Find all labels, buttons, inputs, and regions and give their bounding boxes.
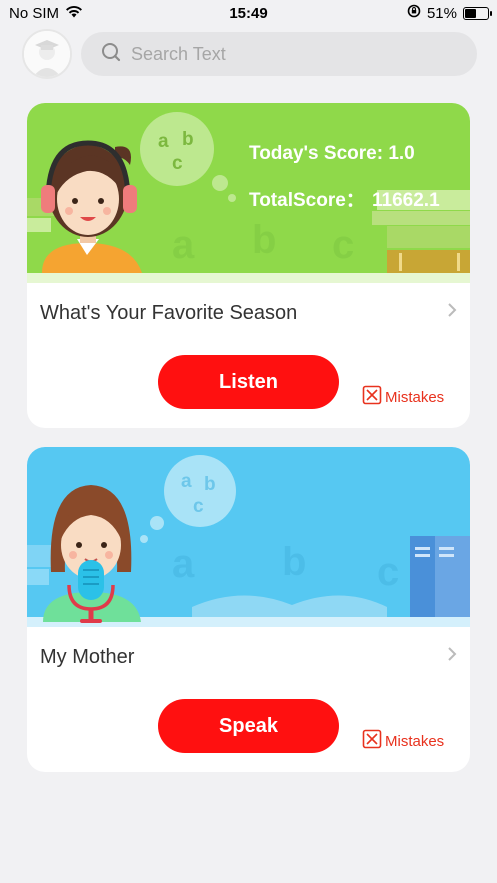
- svg-text:b: b: [182, 129, 194, 150]
- mistakes-label: Mistakes: [385, 388, 445, 406]
- status-right: 51%: [407, 4, 492, 22]
- chevron-right-icon[interactable]: [447, 301, 457, 324]
- mistakes-link[interactable]: Mistakes: [362, 729, 444, 753]
- listening-banner: a b c a b c Today's Score: 1.0 TotalScor…: [27, 103, 470, 283]
- svg-text:c: c: [172, 153, 183, 174]
- lesson-title: What's Your Favorite Season: [40, 301, 298, 324]
- svg-text:c: c: [377, 550, 399, 594]
- lesson-title-row[interactable]: What's Your Favorite Season: [27, 283, 470, 343]
- listen-button[interactable]: Listen: [158, 355, 339, 409]
- mistakes-icon: [362, 385, 382, 409]
- listening-card[interactable]: a b c a b c Today's Score: 1.0 TotalScor…: [27, 103, 470, 428]
- search-bar[interactable]: [81, 32, 477, 76]
- total-score-label: TotalScore：: [249, 190, 365, 211]
- graduate-avatar-icon: [24, 31, 70, 77]
- svg-text:a: a: [172, 223, 195, 267]
- lesson-title-row[interactable]: My Mother: [27, 627, 470, 687]
- svg-text:a: a: [181, 471, 192, 492]
- speaking-banner: a b c a b c: [27, 447, 470, 627]
- mistakes-icon: [362, 729, 382, 753]
- battery-icon: [463, 6, 492, 20]
- battery-fill: [465, 8, 477, 18]
- speaking-card[interactable]: a b c a b c My Mother Speak Mistakes: [27, 447, 470, 772]
- svg-text:b: b: [252, 218, 276, 262]
- svg-text:b: b: [282, 540, 306, 584]
- svg-text:a: a: [172, 542, 195, 586]
- status-bar: No SIM 15:49 51%: [0, 0, 497, 28]
- search-icon: [101, 42, 121, 67]
- svg-text:a: a: [158, 131, 169, 152]
- svg-text:b: b: [204, 474, 216, 495]
- svg-text:c: c: [332, 223, 354, 267]
- orientation-lock-icon: [407, 4, 421, 22]
- speak-button[interactable]: Speak: [158, 699, 339, 753]
- total-score-value: 11662.1: [372, 190, 440, 211]
- mistakes-label: Mistakes: [385, 732, 445, 750]
- battery-percent: 51%: [426, 4, 457, 22]
- avatar[interactable]: [22, 29, 72, 79]
- today-score: Today's Score: 1.0: [249, 143, 415, 164]
- svg-text:c: c: [193, 496, 204, 517]
- chevron-right-icon[interactable]: [447, 645, 457, 668]
- lesson-title: My Mother: [40, 645, 135, 668]
- search-input[interactable]: [131, 43, 451, 65]
- mistakes-link[interactable]: Mistakes: [362, 385, 444, 409]
